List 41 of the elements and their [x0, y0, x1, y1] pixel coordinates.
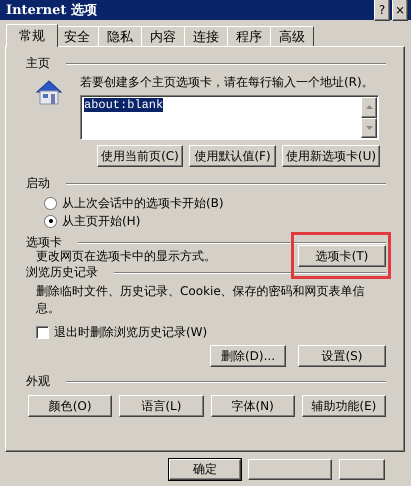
dialog-button[interactable]: 使用当前页(C) [97, 145, 183, 167]
section-heading: 外观 [26, 373, 50, 390]
tabs-settings-button[interactable]: 选项卡(T) [298, 245, 386, 267]
option-label: 从主页开始(H) [62, 212, 140, 230]
tab[interactable]: 内容 [141, 26, 185, 46]
tab[interactable]: 连接 [184, 26, 228, 46]
instruction-text: 若要创建多个主页选项卡，请在每行输入一个地址(R)。 [80, 74, 375, 91]
section-heading: 选项卡 [26, 234, 62, 250]
tab[interactable]: 常规 [6, 24, 58, 47]
home-page-field[interactable]: about:blank [80, 95, 379, 140]
dialog-button[interactable]: 辅助功能(E) [302, 395, 386, 417]
dialog-button[interactable] [248, 459, 332, 480]
option-label: 从上次会话中的选项卡开始(B) [62, 194, 224, 212]
tab[interactable]: 安全 [55, 26, 99, 46]
dialog-button[interactable]: 使用默认值(F) [189, 145, 276, 167]
tab[interactable]: 隐私 [98, 26, 142, 46]
scroll-up-icon[interactable] [361, 97, 377, 118]
dialog-button[interactable]: 字体(N) [210, 395, 295, 417]
close-button[interactable]: × [392, 0, 408, 21]
tab[interactable]: 高级 [270, 26, 314, 46]
dialog-button[interactable] [339, 459, 385, 480]
section-heading: 浏览历史记录 [26, 264, 98, 281]
tab[interactable]: 程序 [227, 26, 271, 46]
dialog-button[interactable]: 使用新选项卡(U) [282, 145, 380, 167]
help-button[interactable]: ? [374, 0, 390, 21]
description-text: 更改网页在选项卡中的显示方式。 [36, 248, 216, 264]
dialog-button[interactable]: 设置(S) [298, 345, 386, 367]
dialog-button[interactable]: 颜色(O) [28, 395, 112, 417]
house-icon [34, 78, 64, 106]
dialog-button[interactable]: 删除(D)... [210, 345, 286, 367]
scroll-down-icon[interactable] [361, 118, 377, 138]
radio-button[interactable] [44, 196, 57, 210]
ok-button[interactable]: 确定 [169, 459, 241, 480]
checkbox-label: 退出时删除浏览历史记录(W) [54, 324, 208, 340]
description-text: 删除临时文件、历史记录、Cookie、保存的密码和网页表单信息。 [35, 283, 366, 317]
dialog-button[interactable]: 语言(L) [119, 395, 204, 417]
radio-button[interactable] [44, 214, 57, 228]
section-heading: 启动 [26, 175, 50, 192]
section-heading: 主页 [26, 55, 50, 72]
checkbox[interactable] [36, 326, 49, 338]
window-title: Internet 选项 [6, 2, 97, 19]
